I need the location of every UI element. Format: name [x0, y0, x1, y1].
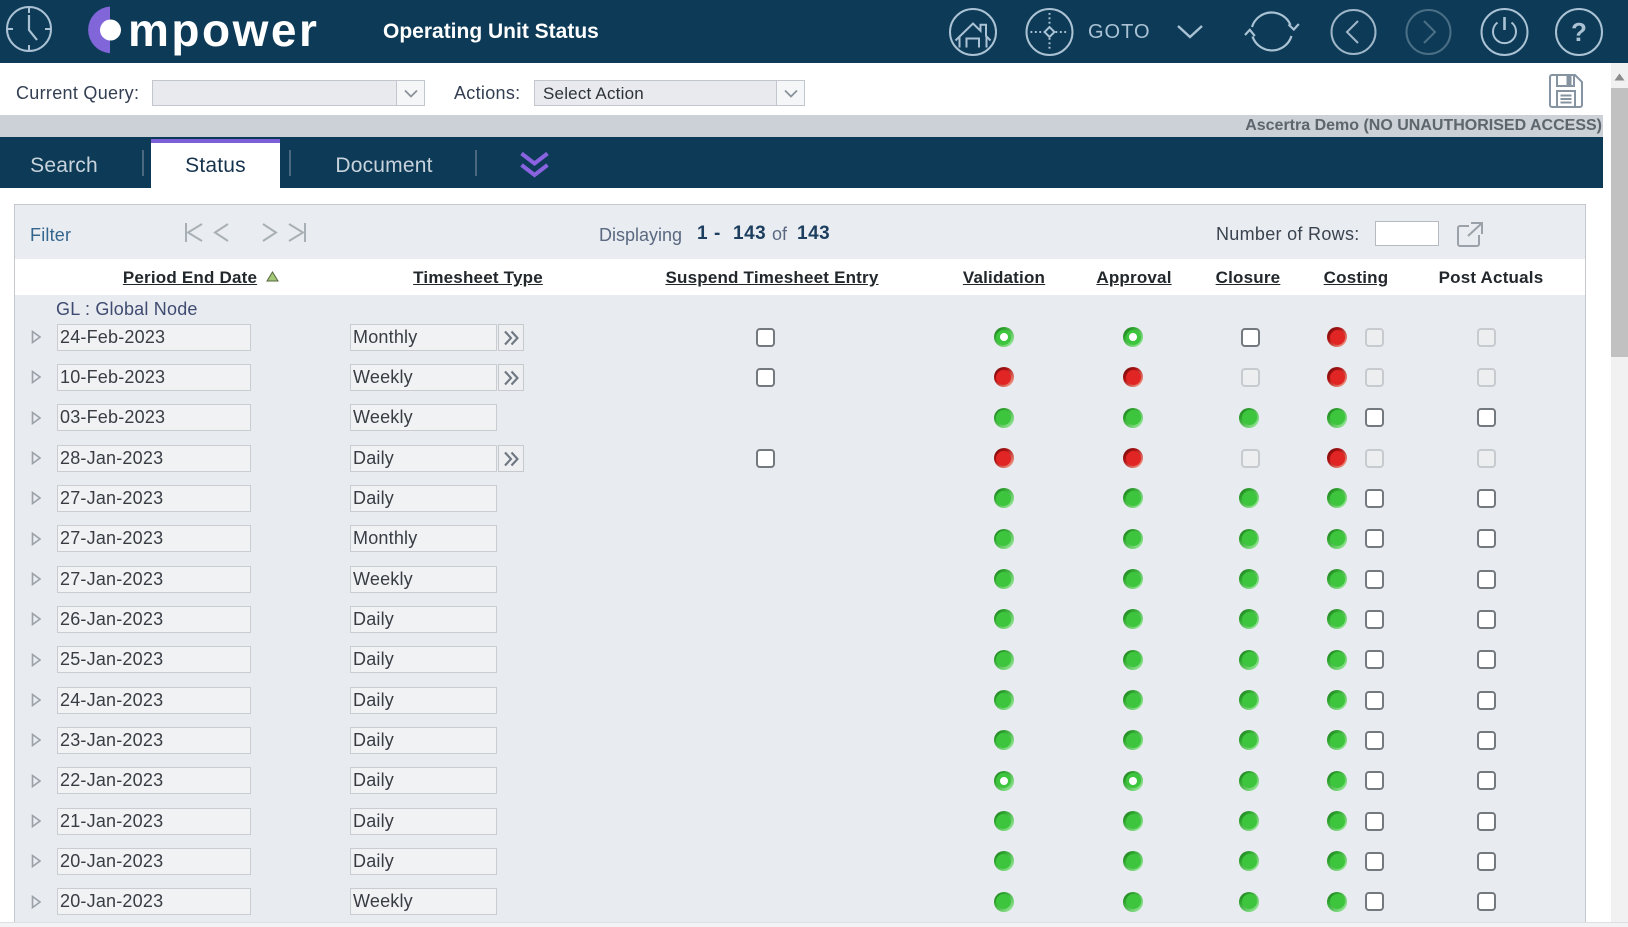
svg-text:?: ?	[1571, 17, 1587, 47]
